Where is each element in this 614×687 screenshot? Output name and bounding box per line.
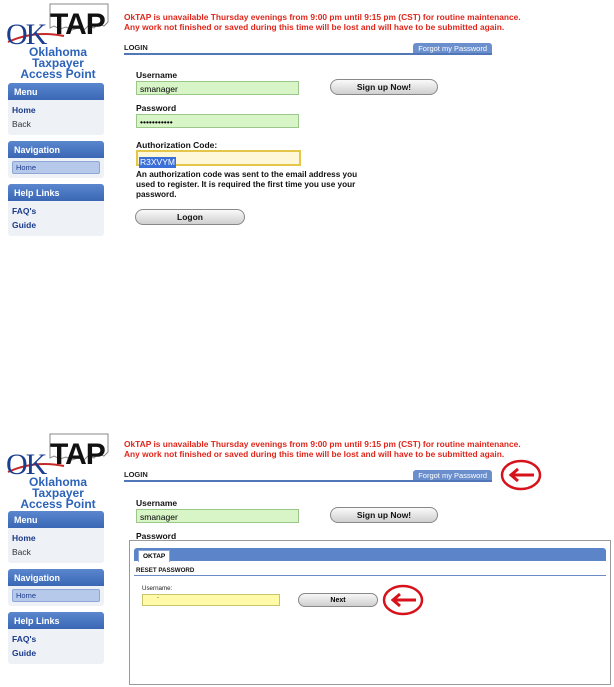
help-links-header: Help Links (8, 184, 104, 201)
reset-username-input[interactable]: . (142, 593, 280, 606)
reset-password-heading: RESET PASSWORD (136, 567, 195, 574)
reset-username-label: Username: (142, 585, 173, 592)
nav-faq-link[interactable]: FAQ's (12, 204, 100, 218)
sign-up-button[interactable]: Sign up Now! (330, 507, 438, 523)
highlight-forgot-circle (500, 459, 542, 491)
sign-up-button[interactable]: Sign up Now! (330, 79, 438, 95)
password-label: Password (136, 103, 177, 113)
navigation-section: Navigation Home (8, 569, 104, 606)
logo-tap-text: TAP (50, 8, 106, 41)
authorization-help-text: An authorization code was sent to the em… (136, 170, 358, 199)
oktap-logo: OK TAP Oklahoma Taxpayer Access Point (4, 432, 109, 510)
login-section-label: LOGIN (124, 470, 148, 479)
maintenance-notice: OkTAP is unavailable Thursday evenings f… (124, 12, 521, 32)
maintenance-notice: OkTAP is unavailable Thursday evenings f… (124, 439, 521, 459)
dialog-tab-bar (134, 548, 606, 561)
nav-faq-link[interactable]: FAQ's (12, 632, 100, 646)
password-input[interactable]: ••••••••••• (136, 114, 299, 128)
username-label: Username (136, 70, 178, 80)
navigation-header: Navigation (8, 569, 104, 586)
menu-header: Menu (8, 511, 104, 528)
navigation-section: Navigation Home (8, 141, 104, 178)
logo-subtitle: Oklahoma Taxpayer Access Point (20, 45, 96, 81)
navigation-header: Navigation (8, 141, 104, 158)
next-button[interactable]: Next (298, 593, 378, 607)
navigation-home-item[interactable]: Home (12, 161, 100, 174)
login-section-label: LOGIN (124, 43, 148, 52)
help-links-section: Help Links FAQ's Guide (8, 184, 104, 236)
menu-section: Menu Home Back (8, 511, 104, 563)
authorization-code-value: R3XVYM (139, 157, 176, 168)
reset-password-dialog: OKTAP RESET PASSWORD Username: . Next (129, 540, 611, 685)
nav-home-link[interactable]: Home (12, 531, 100, 545)
authorization-code-input[interactable]: R3XVYM (136, 150, 301, 168)
logo-tap-text: TAP (50, 438, 106, 471)
reset-password-screen: OK TAP Oklahoma Taxpayer Access Point Ok… (0, 428, 614, 687)
oktap-tab[interactable]: OKTAP (138, 550, 171, 562)
login-screen-top: OK TAP Oklahoma Taxpayer Access Point Ok… (0, 0, 614, 240)
help-links-section: Help Links FAQ's Guide (8, 612, 104, 664)
oktap-logo: OK TAP Oklahoma Taxpayer Access Point (4, 2, 109, 80)
logo-subtitle: Oklahoma Taxpayer Access Point (20, 475, 96, 511)
logon-button[interactable]: Logon (135, 209, 245, 225)
section-divider (124, 480, 492, 482)
nav-back-link[interactable]: Back (12, 117, 100, 131)
highlight-next-circle (382, 584, 424, 616)
help-links-header: Help Links (8, 612, 104, 629)
authorization-code-label: Authorization Code: (136, 140, 218, 150)
username-label: Username (136, 498, 178, 508)
left-arrow-icon (508, 467, 534, 483)
left-navigation: Menu Home Back Navigation Home Help Link… (8, 511, 104, 670)
nav-guide-link[interactable]: Guide (12, 646, 100, 660)
nav-guide-link[interactable]: Guide (12, 218, 100, 232)
navigation-home-item[interactable]: Home (12, 589, 100, 602)
dialog-divider (134, 575, 606, 576)
username-input[interactable]: smanager (136, 509, 299, 523)
menu-section: Menu Home Back (8, 83, 104, 135)
nav-home-link[interactable]: Home (12, 103, 100, 117)
nav-back-link[interactable]: Back (12, 545, 100, 559)
left-navigation: Menu Home Back Navigation Home Help Link… (8, 83, 104, 242)
username-input[interactable]: smanager (136, 81, 299, 95)
menu-header: Menu (8, 83, 104, 100)
left-arrow-icon (390, 592, 416, 608)
reset-username-value: . (157, 593, 159, 600)
section-divider (124, 53, 492, 55)
